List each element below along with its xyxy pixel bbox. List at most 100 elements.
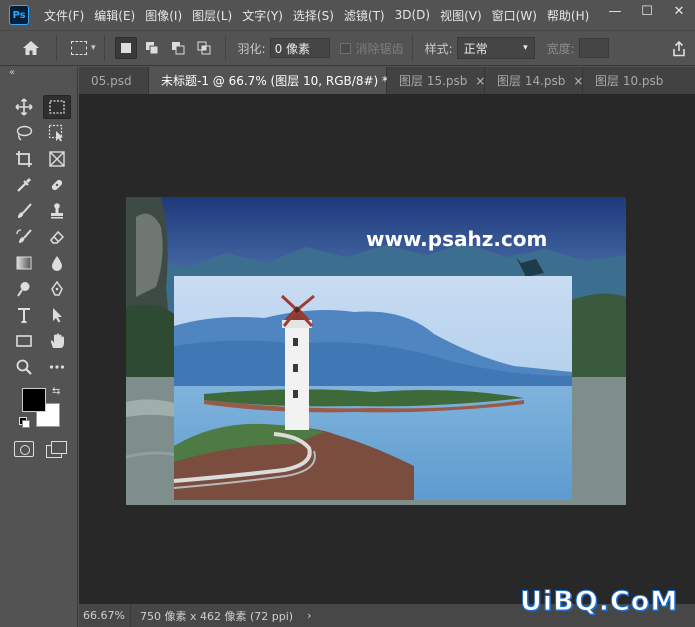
style-select-value: 正常: [463, 41, 488, 56]
quick-mask-icon[interactable]: [14, 441, 34, 457]
move-icon: [15, 98, 33, 116]
menu-3d[interactable]: 3D(D): [390, 8, 435, 22]
pen-icon: [51, 280, 63, 296]
share-button[interactable]: [667, 37, 691, 61]
close-tab-icon[interactable]: ×: [475, 74, 485, 88]
photoshop-logo: Ps: [9, 5, 29, 25]
intersect-selection-button[interactable]: [193, 37, 215, 59]
spot-healing-tool[interactable]: [43, 173, 71, 197]
object-selection-icon: [48, 124, 63, 142]
separator: [411, 35, 413, 61]
tools-panel: « ⇆: [0, 67, 78, 627]
composite-image: www.psahz.com: [126, 197, 626, 505]
hand-tool[interactable]: [43, 329, 71, 353]
tab-untitled-1[interactable]: 未标题-1 @ 66.7% (图层 10, RGB/8#) * ×: [149, 67, 406, 94]
close-tab-icon[interactable]: ×: [573, 74, 583, 88]
default-colors-icon[interactable]: [19, 417, 30, 428]
home-button[interactable]: [14, 34, 48, 62]
pen-tool[interactable]: [43, 277, 71, 301]
tab-label: 图层 14.psb: [497, 74, 566, 88]
site-watermark: UiBQ.CoM: [519, 586, 679, 618]
chevron-down-icon: ▾: [523, 43, 528, 53]
minimize-button[interactable]: —: [599, 0, 631, 22]
intersect-selection-icon: [197, 41, 211, 55]
dodge-tool[interactable]: [10, 277, 38, 301]
style-select[interactable]: 正常 ▾: [456, 37, 535, 59]
eraser-tool[interactable]: [43, 225, 71, 249]
tab-05-psd[interactable]: 05.psd: [79, 67, 149, 94]
rectangle-tool[interactable]: [10, 329, 38, 353]
menu-select[interactable]: 选择(S): [288, 7, 339, 24]
maximize-button[interactable]: ☐: [631, 0, 663, 22]
close-button[interactable]: ✕: [663, 0, 695, 22]
tab-label: 图层 15.psb: [399, 74, 468, 88]
antialias-option: 消除锯齿: [339, 40, 404, 57]
collapse-toolbar-icon[interactable]: «: [9, 67, 15, 78]
move-tool[interactable]: [10, 95, 38, 119]
history-brush-tool[interactable]: [10, 225, 38, 249]
lasso-icon: [16, 125, 33, 141]
history-brush-icon: [16, 229, 32, 243]
crop-tool[interactable]: [10, 147, 38, 171]
blur-tool[interactable]: [43, 251, 71, 275]
path-selection-tool[interactable]: [43, 303, 71, 327]
rectangle-icon: [16, 335, 32, 347]
add-to-selection-button[interactable]: [141, 37, 163, 59]
type-tool[interactable]: [10, 303, 38, 327]
window-controls: — ☐ ✕: [599, 0, 695, 22]
tab-layer-14-psb[interactable]: 图层 14.psb ×: [485, 67, 583, 94]
feather-input[interactable]: 0 像素: [269, 38, 330, 58]
separator: [103, 35, 105, 61]
menu-type[interactable]: 文字(Y): [237, 7, 288, 24]
document-tabs: 05.psd 未标题-1 @ 66.7% (图层 10, RGB/8#) * ×…: [79, 67, 695, 94]
subtract-from-selection-button[interactable]: [167, 37, 189, 59]
object-selection-tool[interactable]: [43, 121, 71, 145]
width-input[interactable]: [578, 38, 609, 58]
swap-colors-icon[interactable]: ⇆: [52, 386, 60, 397]
magnifier-icon: [16, 359, 32, 375]
tab-label: 未标题-1 @ 66.7% (图层 10, RGB/8#) *: [161, 74, 389, 88]
tool-grid: [10, 95, 73, 381]
separator: [224, 35, 226, 61]
rectangular-marquee-preset-icon[interactable]: [71, 41, 87, 55]
tab-layer-15-psb[interactable]: 图层 15.psb ×: [387, 67, 485, 94]
brush-icon: [18, 203, 32, 218]
tab-label: 图层 10.psb: [595, 74, 664, 88]
tab-layer-10-psb[interactable]: 图层 10.psb: [583, 67, 695, 94]
menu-view[interactable]: 视图(V): [435, 7, 487, 24]
menu-filter[interactable]: 滤镜(T): [339, 7, 390, 24]
status-menu-arrow-icon[interactable]: ›: [307, 609, 311, 622]
foreground-color-swatch[interactable]: [22, 388, 46, 412]
subtract-selection-icon: [171, 42, 185, 55]
menu-help[interactable]: 帮助(H): [542, 7, 594, 24]
gradient-tool[interactable]: [10, 251, 38, 275]
bandage-icon: [51, 179, 63, 191]
rectangular-marquee-tool[interactable]: [43, 95, 71, 119]
image-watermark-text: www.psahz.com: [366, 227, 547, 251]
more-dots-icon: [49, 365, 65, 369]
chevron-down-icon[interactable]: ▾: [91, 43, 96, 53]
clone-stamp-tool[interactable]: [43, 199, 71, 223]
menu-image[interactable]: 图像(I): [140, 7, 187, 24]
type-icon: [18, 308, 30, 323]
new-selection-button[interactable]: [114, 37, 137, 59]
brush-tool[interactable]: [10, 199, 38, 223]
eyedropper-tool[interactable]: [10, 173, 38, 197]
home-icon: [23, 41, 39, 55]
edit-toolbar-button[interactable]: [43, 355, 71, 379]
document-canvas[interactable]: www.psahz.com: [126, 197, 626, 505]
zoom-tool[interactable]: [10, 355, 38, 379]
options-bar: ▾ 羽化: 0 像素 消除锯齿 样式: 正常 ▾ 宽度:: [0, 30, 695, 66]
menu-edit[interactable]: 编辑(E): [89, 7, 140, 24]
canvas-area[interactable]: www.psahz.com: [79, 94, 695, 604]
zoom-level[interactable]: 66.67%: [79, 604, 131, 627]
frame-tool[interactable]: [43, 147, 71, 171]
antialias-checkbox[interactable]: [339, 42, 351, 54]
water-drop-icon: [52, 256, 62, 271]
menu-file[interactable]: 文件(F): [39, 7, 89, 24]
gradient-icon: [16, 256, 32, 270]
lasso-tool[interactable]: [10, 121, 38, 145]
screen-mode-icon[interactable]: [46, 441, 67, 458]
menu-window[interactable]: 窗口(W): [487, 7, 542, 24]
menu-layer[interactable]: 图层(L): [187, 7, 237, 24]
